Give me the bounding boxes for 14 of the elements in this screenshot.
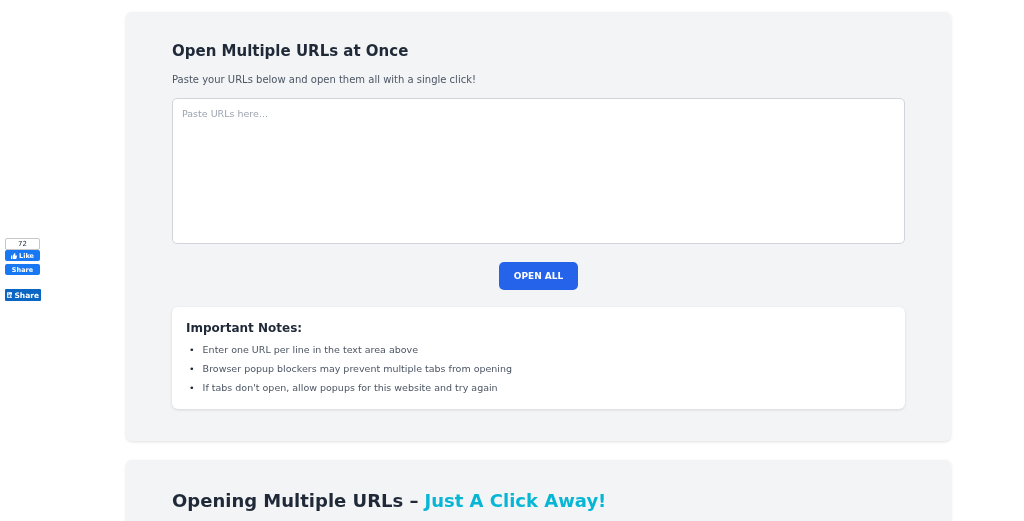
notes-title: Important Notes:	[186, 321, 304, 335]
tool-subtitle: Paste your URLs below and open them all with a single click!	[172, 74, 477, 85]
bullet: •	[189, 381, 195, 395]
bullet: •	[189, 362, 195, 376]
open-all-button[interactable]: OPEN ALL	[499, 262, 578, 290]
tool-title: Open Multiple URLs at Once	[172, 42, 410, 60]
note-item: If tabs don't open, allow popups for this website and try again	[202, 381, 498, 395]
thumbs-up-icon	[11, 252, 18, 259]
urls-field[interactable]: Paste URLs here...	[172, 98, 905, 244]
note-item: Enter one URL per line in the text area above	[202, 343, 419, 357]
note-item: Browser popup blockers may prevent multiple tabs from opening	[202, 362, 513, 376]
article-heading-highlight: Just A Click Away!	[424, 490, 607, 511]
bullet: •	[189, 343, 195, 357]
article-heading: Opening Multiple URLs –	[172, 490, 419, 511]
